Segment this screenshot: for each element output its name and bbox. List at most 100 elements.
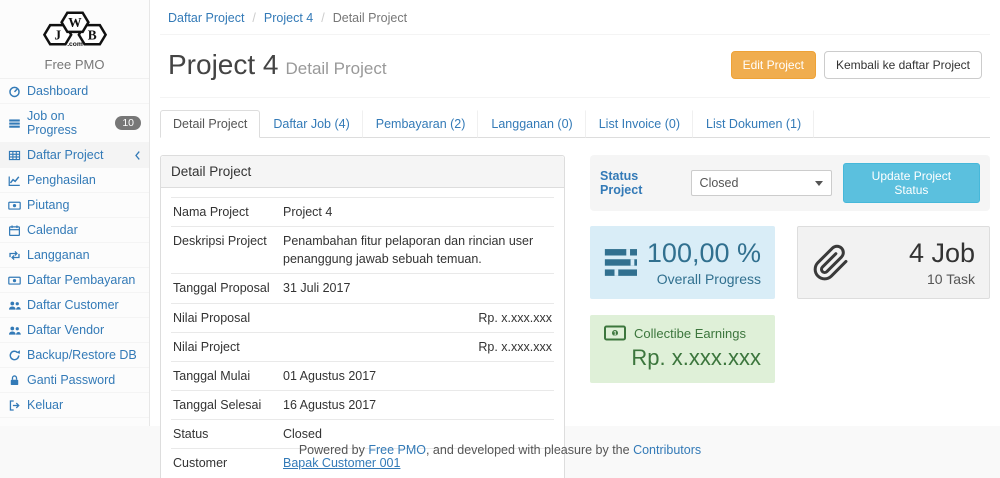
sidebar-item-daftar-project[interactable]: Daftar Project [0, 143, 149, 168]
breadcrumb-daftar-project[interactable]: Daftar Project [168, 11, 244, 25]
job-count-value: 4 Job [850, 238, 975, 269]
tab-pembayaran[interactable]: Pembayaran (2) [363, 110, 479, 138]
sidebar-item-job-on-progress[interactable]: Job on Progress 10 [0, 104, 149, 143]
svg-text:B: B [87, 28, 96, 43]
sidebar-item-label: Daftar Vendor [27, 323, 104, 337]
retweet-icon [8, 249, 21, 262]
page-title-block: Project 4 Detail Project [168, 49, 387, 81]
sidebar-item-ganti-password[interactable]: Ganti Password [0, 368, 149, 393]
brand-name: Free PMO [4, 57, 145, 72]
sidebar-item-backup-restore[interactable]: Backup/Restore DB [0, 343, 149, 368]
detail-row-value: Rp. x.xxx.xxx [281, 332, 554, 361]
tab-list-invoice[interactable]: List Invoice (0) [586, 110, 693, 138]
detail-row-label: Status [171, 420, 281, 449]
breadcrumb-project-4[interactable]: Project 4 [264, 11, 313, 25]
page-title: Project 4 [168, 49, 279, 80]
panel-title: Detail Project [161, 156, 564, 188]
sidebar-item-label: Langganan [27, 248, 90, 262]
sidebar-item-calendar[interactable]: Calendar [0, 218, 149, 243]
table-row: Tanggal Selesai16 Agustus 2017 [171, 390, 554, 419]
brand-logo[interactable]: J W B .com Free PMO [0, 0, 149, 79]
money-icon [8, 274, 21, 287]
sidebar-item-label: Daftar Project [27, 148, 103, 162]
sidebar-item-daftar-vendor[interactable]: Daftar Vendor [0, 318, 149, 343]
earnings-caption: Collectibe Earnings [634, 326, 746, 341]
sidebar-item-label: Keluar [27, 398, 63, 412]
tab-langganan[interactable]: Langganan (0) [478, 110, 585, 138]
footer-text: Powered by [299, 443, 368, 457]
sidebar-item-daftar-pembayaran[interactable]: Daftar Pembayaran [0, 268, 149, 293]
tab-daftar-job[interactable]: Daftar Job (4) [260, 110, 362, 138]
sidebar-item-daftar-customer[interactable]: Daftar Customer [0, 293, 149, 318]
sidebar-item-label: Dashboard [27, 84, 88, 98]
detail-row-label: Nama Project [171, 198, 281, 227]
status-project-label: Status Project [600, 169, 682, 197]
detail-row-value: Penambahan fitur pelaporan dan rincian u… [281, 227, 554, 274]
detail-row-value: Rp. x.xxx.xxx [281, 303, 554, 332]
detail-project-panel: Detail Project Nama ProjectProject 4 Des… [160, 155, 565, 478]
edit-project-button[interactable]: Edit Project [731, 51, 816, 79]
job-count-badge: 10 [115, 116, 141, 131]
earnings-value: Rp. x.xxx.xxx [604, 345, 761, 371]
collectible-earnings-box: 1 Collectibe Earnings Rp. x.xxx.xxx [590, 315, 775, 383]
sidebar-item-keluar[interactable]: Keluar [0, 393, 149, 418]
paperclip-icon [812, 243, 850, 283]
detail-row-label: Tanggal Proposal [171, 274, 281, 303]
tab-list-dokumen[interactable]: List Dokumen (1) [693, 110, 814, 138]
overall-progress-box: 100,00 % Overall Progress [590, 226, 775, 299]
table-row: Tanggal Proposal31 Juli 2017 [171, 274, 554, 303]
svg-text:.com: .com [67, 41, 83, 48]
progress-value: 100,00 % [640, 238, 761, 269]
detail-row-label: Tanggal Mulai [171, 361, 281, 390]
sidebar-item-langganan[interactable]: Langganan [0, 243, 149, 268]
jwb-logo-icon: J W B .com [27, 7, 123, 51]
tab-detail-project[interactable]: Detail Project [160, 110, 260, 138]
detail-row-label: Nilai Project [171, 332, 281, 361]
calendar-icon [8, 224, 21, 237]
users-icon [8, 299, 21, 312]
tasks-icon [604, 248, 640, 278]
update-status-button[interactable]: Update Project Status [843, 163, 980, 203]
detail-row-label: Customer [171, 449, 281, 478]
footer-contributors-link[interactable]: Contributors [633, 443, 701, 457]
sidebar-item-label: Daftar Pembayaran [27, 273, 135, 287]
customer-link[interactable]: Bapak Customer 001 [283, 456, 400, 470]
caret-down-icon [815, 181, 823, 186]
detail-row-value: Project 4 [281, 198, 554, 227]
money-icon [8, 199, 21, 212]
table-row: Deskripsi ProjectPenambahan fitur pelapo… [171, 227, 554, 274]
detail-row-label: Deskripsi Project [171, 227, 281, 274]
banknote-icon: 1 [604, 325, 626, 341]
page-subtitle: Detail Project [286, 59, 387, 78]
table-row: Nama ProjectProject 4 [171, 198, 554, 227]
sidebar-item-label: Job on Progress [27, 109, 109, 137]
detail-row-label: Tanggal Selesai [171, 390, 281, 419]
status-select-value: Closed [700, 176, 739, 190]
detail-row-value: 16 Agustus 2017 [281, 390, 554, 419]
dashboard-icon [8, 85, 21, 98]
sidebar-item-penghasilan[interactable]: Penghasilan [0, 168, 149, 193]
app-page: J W B .com Free PMO Dashboard Job on Pro… [0, 0, 1000, 478]
sidebar-item-label: Backup/Restore DB [27, 348, 137, 362]
lock-icon [8, 374, 21, 387]
sidebar-menu: Dashboard Job on Progress 10 Daftar Proj… [0, 79, 149, 418]
sidebar-item-piutang[interactable]: Piutang [0, 193, 149, 218]
detail-row-value: 01 Agustus 2017 [281, 361, 554, 390]
sidebar-item-label: Penghasilan [27, 173, 96, 187]
status-select[interactable]: Closed [691, 170, 832, 196]
breadcrumb-current: Detail Project [313, 11, 407, 25]
sign-out-icon [8, 399, 21, 412]
line-chart-icon [8, 174, 21, 187]
footer-free-pmo-link[interactable]: Free PMO [368, 443, 426, 457]
table-icon [8, 149, 21, 162]
table-row: Tanggal Mulai01 Agustus 2017 [171, 361, 554, 390]
table-row: Nilai ProjectRp. x.xxx.xxx [171, 332, 554, 361]
sidebar-item-dashboard[interactable]: Dashboard [0, 79, 149, 104]
breadcrumb: Daftar Project Project 4 Detail Project [160, 0, 990, 35]
detail-row-value: 31 Juli 2017 [281, 274, 554, 303]
back-to-list-button[interactable]: Kembali ke daftar Project [824, 51, 982, 79]
users-icon [8, 324, 21, 337]
task-count-caption: 10 Task [850, 271, 975, 287]
svg-text:1: 1 [613, 330, 617, 337]
refresh-icon [8, 349, 21, 362]
